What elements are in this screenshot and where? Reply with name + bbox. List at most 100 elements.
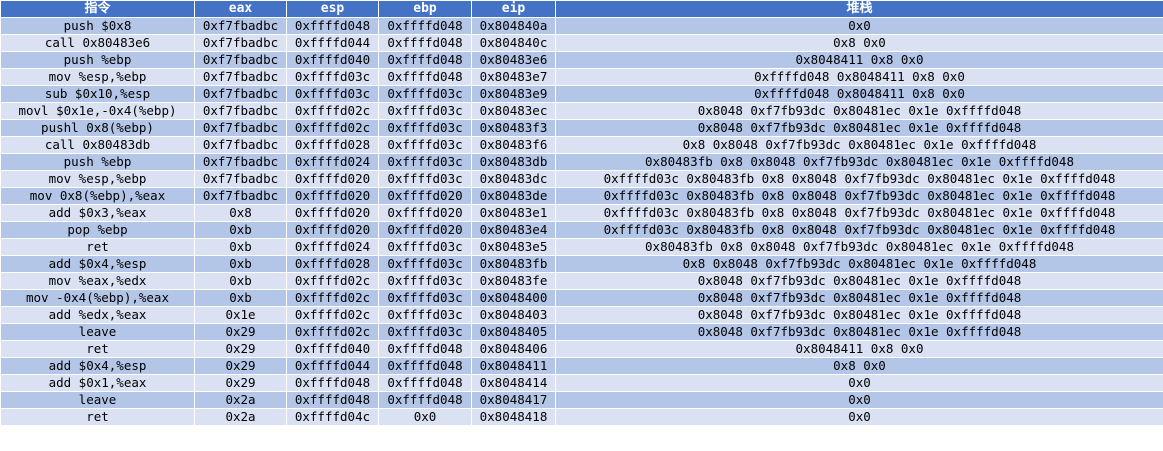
stack-cell: 0x8 0x0 (555, 34, 1163, 52)
esp-cell: 0xffffd020 (286, 221, 379, 239)
instruction-cell: mov %esp,%ebp (0, 68, 195, 86)
ebp-cell: 0xffffd03c (378, 119, 472, 137)
esp-cell: 0xffffd024 (286, 238, 379, 256)
eip-cell: 0x8048406 (471, 340, 556, 358)
esp-cell: 0xffffd044 (286, 34, 379, 52)
instruction-cell: add $0x3,%eax (0, 204, 195, 222)
stack-cell: 0x8048411 0x8 0x0 (555, 340, 1163, 358)
header-eip: eip (471, 0, 556, 18)
eip-cell: 0x8048405 (471, 323, 556, 341)
ebp-cell: 0xffffd048 (378, 357, 472, 375)
stack-cell: 0x8 0x8048 0xf7fb93dc 0x80481ec 0x1e 0xf… (555, 136, 1163, 154)
eip-cell: 0x8048403 (471, 306, 556, 324)
table-row: ret 0x2a 0xffffd04c 0x0 0x8048418 0x0 (0, 408, 1163, 426)
esp-cell: 0xffffd03c (286, 68, 379, 86)
ebp-cell: 0xffffd020 (378, 187, 472, 205)
esp-cell: 0xffffd024 (286, 153, 379, 171)
stack-cell: 0x8 0x8048 0xf7fb93dc 0x80481ec 0x1e 0xf… (555, 255, 1163, 273)
header-esp: esp (286, 0, 379, 18)
stack-cell: 0x0 (555, 374, 1163, 392)
stack-cell: 0x8048411 0x8 0x0 (555, 51, 1163, 69)
instruction-cell: push $0x8 (0, 17, 195, 35)
stack-cell: 0x0 (555, 17, 1163, 35)
eax-cell: 0xf7fbadbc (194, 102, 287, 120)
table-row: push %ebp 0xf7fbadbc 0xffffd040 0xffffd048 0… (0, 51, 1163, 69)
eip-cell: 0x80483e4 (471, 221, 556, 239)
eax-cell: 0x8 (194, 204, 287, 222)
esp-cell: 0xffffd048 (286, 17, 379, 35)
ebp-cell: 0xffffd03c (378, 238, 472, 256)
eax-cell: 0xb (194, 221, 287, 239)
esp-cell: 0xffffd03c (286, 85, 379, 103)
ebp-cell: 0xffffd048 (378, 51, 472, 69)
eip-cell: 0x80483e6 (471, 51, 556, 69)
eip-cell: 0x80483e7 (471, 68, 556, 86)
stack-cell: 0xffffd048 0x8048411 0x8 0x0 (555, 68, 1163, 86)
table-row: add $0x3,%eax 0x8 0xffffd020 0xffffd020 0x80… (0, 204, 1163, 222)
esp-cell: 0xffffd04c (286, 408, 379, 426)
table-row: add %edx,%eax 0x1e 0xffffd02c 0xffffd03c 0x8… (0, 306, 1163, 324)
ebp-cell: 0xffffd03c (378, 102, 472, 120)
esp-cell: 0xffffd020 (286, 170, 379, 188)
eax-cell: 0x1e (194, 306, 287, 324)
table-row: ret 0x29 0xffffd040 0xffffd048 0x8048406 0x80… (0, 340, 1163, 358)
instruction-cell: ret (0, 340, 195, 358)
eax-cell: 0xf7fbadbc (194, 34, 287, 52)
stack-cell: 0xffffd03c 0x80483fb 0x8 0x8048 0xf7fb93… (555, 221, 1163, 239)
table-row: ret 0xb 0xffffd024 0xffffd03c 0x80483e5 0x804… (0, 238, 1163, 256)
eax-cell: 0xb (194, 238, 287, 256)
table-row: mov %esp,%ebp 0xf7fbadbc 0xffffd020 0xffffd… (0, 170, 1163, 188)
stack-cell: 0xffffd03c 0x80483fb 0x8 0x8048 0xf7fb93… (555, 170, 1163, 188)
table-row: add $0x4,%esp 0x29 0xffffd044 0xffffd048 0x8… (0, 357, 1163, 375)
eax-cell: 0xf7fbadbc (194, 170, 287, 188)
table-row: mov %eax,%edx 0xb 0xffffd02c 0xffffd03c 0x80… (0, 272, 1163, 290)
table-row: leave 0x29 0xffffd02c 0xffffd03c 0x8048405 0x… (0, 323, 1163, 341)
eax-cell: 0xf7fbadbc (194, 153, 287, 171)
esp-cell: 0xffffd020 (286, 204, 379, 222)
eax-cell: 0xf7fbadbc (194, 51, 287, 69)
eip-cell: 0x8048414 (471, 374, 556, 392)
eip-cell: 0x80483fb (471, 255, 556, 273)
instruction-cell: pop %ebp (0, 221, 195, 239)
header-instruction: 指令 (0, 0, 195, 18)
eax-cell: 0x29 (194, 340, 287, 358)
instruction-cell: leave (0, 323, 195, 341)
eax-cell: 0xf7fbadbc (194, 68, 287, 86)
instruction-cell: call 0x80483e6 (0, 34, 195, 52)
stack-cell: 0x8048 0xf7fb93dc 0x80481ec 0x1e 0xffffd… (555, 306, 1163, 324)
eip-cell: 0x80483fe (471, 272, 556, 290)
stack-cell: 0xffffd03c 0x80483fb 0x8 0x8048 0xf7fb93… (555, 204, 1163, 222)
ebp-cell: 0xffffd048 (378, 391, 472, 409)
eip-cell: 0x8048411 (471, 357, 556, 375)
instruction-cell: add $0x4,%esp (0, 255, 195, 273)
register-trace-table: 指令 eax esp ebp eip 堆栈 push $0x8 0xf7fbadb… (0, 0, 1163, 426)
instruction-cell: push %ebp (0, 51, 195, 69)
stack-cell: 0x8048 0xf7fb93dc 0x80481ec 0x1e 0xffffd… (555, 272, 1163, 290)
eip-cell: 0x804840c (471, 34, 556, 52)
instruction-cell: mov %esp,%ebp (0, 170, 195, 188)
instruction-cell: ret (0, 238, 195, 256)
eax-cell: 0x29 (194, 323, 287, 341)
instruction-cell: mov -0x4(%ebp),%eax (0, 289, 195, 307)
stack-cell: 0x8048 0xf7fb93dc 0x80481ec 0x1e 0xffffd… (555, 102, 1163, 120)
ebp-cell: 0xffffd048 (378, 68, 472, 86)
ebp-cell: 0x0 (378, 408, 472, 426)
eax-cell: 0xf7fbadbc (194, 17, 287, 35)
instruction-cell: add $0x1,%eax (0, 374, 195, 392)
ebp-cell: 0xffffd03c (378, 323, 472, 341)
ebp-cell: 0xffffd03c (378, 136, 472, 154)
ebp-cell: 0xffffd03c (378, 153, 472, 171)
eip-cell: 0x80483f3 (471, 119, 556, 137)
eax-cell: 0xb (194, 255, 287, 273)
eax-cell: 0x2a (194, 408, 287, 426)
header-stack: 堆栈 (555, 0, 1163, 18)
ebp-cell: 0xffffd03c (378, 306, 472, 324)
instruction-cell: sub $0x10,%esp (0, 85, 195, 103)
table-body: push $0x8 0xf7fbadbc 0xffffd048 0xffffd048 0… (0, 17, 1163, 426)
table-row: sub $0x10,%esp 0xf7fbadbc 0xffffd03c 0xffff… (0, 85, 1163, 103)
esp-cell: 0xffffd048 (286, 374, 379, 392)
stack-cell: 0xffffd03c 0x80483fb 0x8 0x8048 0xf7fb93… (555, 187, 1163, 205)
instruction-cell: pushl 0x8(%ebp) (0, 119, 195, 137)
ebp-cell: 0xffffd048 (378, 17, 472, 35)
table-row: add $0x1,%eax 0x29 0xffffd048 0xffffd048 0x8… (0, 374, 1163, 392)
